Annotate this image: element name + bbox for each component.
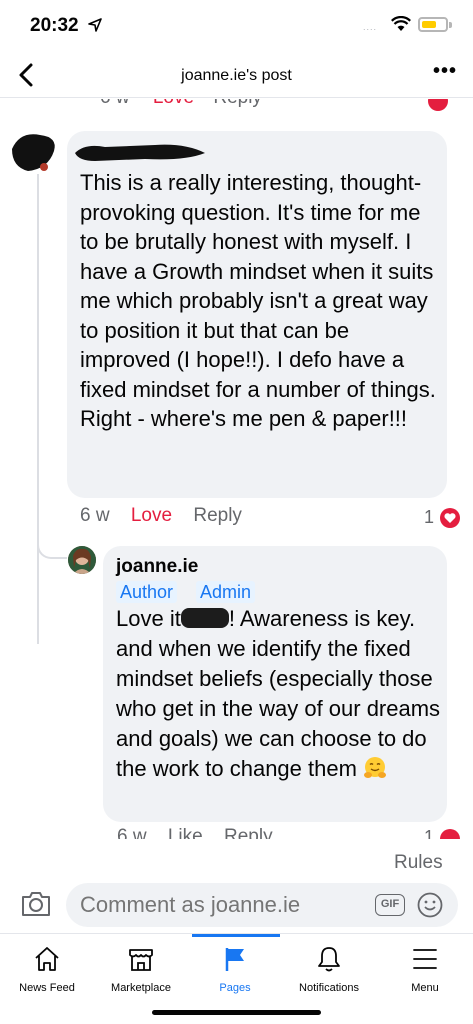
- tab-label: Pages: [219, 982, 251, 994]
- hugging-face-emoji-icon: [364, 757, 387, 778]
- comment-actions: 6 w Like Reply: [117, 826, 289, 839]
- signal-icon: ....: [363, 22, 378, 32]
- reaction-count[interactable]: 1: [424, 507, 434, 528]
- profile-photo: [68, 546, 96, 574]
- reply-button[interactable]: Reply: [224, 826, 273, 839]
- wifi-icon: [391, 16, 411, 31]
- author-badge: Author: [116, 581, 178, 603]
- comment-time: 6 w: [80, 505, 110, 526]
- tab-marketplace[interactable]: Marketplace: [94, 934, 188, 1004]
- comment-actions: 6 w Love Reply: [80, 505, 258, 527]
- heart-icon: [440, 508, 460, 528]
- tab-menu[interactable]: Menu: [378, 934, 472, 1004]
- tab-notifications[interactable]: Notifications: [282, 934, 376, 1004]
- battery-icon: [418, 17, 448, 32]
- comment-text-part: Love it: [116, 606, 181, 631]
- tab-pages[interactable]: Pages: [188, 934, 282, 1004]
- comments-list[interactable]: 6 w Love Reply This is a really interest…: [0, 99, 473, 839]
- comment-time: 6 w: [117, 826, 147, 839]
- bell-icon: [318, 947, 340, 972]
- tab-label: Marketplace: [111, 982, 171, 994]
- home-indicator: [152, 1010, 321, 1015]
- comment-time: 6 w: [100, 99, 130, 108]
- camera-icon[interactable]: [20, 890, 52, 918]
- redacted-name: [180, 608, 229, 628]
- tab-label: News Feed: [19, 982, 75, 994]
- tab-label: Menu: [411, 982, 439, 994]
- reply-button[interactable]: Reply: [193, 505, 242, 526]
- home-icon: [35, 947, 59, 971]
- location-arrow-icon: [88, 18, 102, 32]
- tab-news-feed[interactable]: News Feed: [0, 934, 94, 1004]
- flag-icon: [225, 948, 244, 971]
- previous-comment-actions: 6 w Love Reply: [100, 99, 262, 109]
- comment-text: This is a really interesting, thought-pr…: [80, 170, 436, 431]
- page-title: joanne.ie's post: [181, 67, 292, 84]
- reply-button[interactable]: Reply: [213, 99, 262, 108]
- emoji-icon[interactable]: [417, 892, 443, 918]
- post-header: joanne.ie's post •••: [0, 52, 473, 98]
- thread-connector: [37, 534, 67, 559]
- more-options-button[interactable]: •••: [433, 60, 457, 83]
- rules-link[interactable]: Rules: [394, 852, 443, 874]
- comment-text: Love it! Awareness is key. and when we i…: [116, 604, 441, 784]
- comment-bubble[interactable]: This is a really interesting, thought-pr…: [67, 131, 447, 498]
- avatar[interactable]: [10, 129, 60, 174]
- heart-icon: [440, 829, 460, 839]
- shop-icon: [129, 949, 153, 971]
- heart-icon: [428, 99, 448, 111]
- reaction-count[interactable]: 1: [424, 827, 434, 839]
- love-button[interactable]: Love: [131, 505, 172, 526]
- status-time: 20:32: [30, 15, 79, 36]
- tab-label: Notifications: [299, 982, 359, 994]
- avatar[interactable]: [68, 546, 96, 574]
- redacted-name: [75, 144, 205, 161]
- menu-icon: [413, 949, 437, 969]
- comment-composer: GIF: [0, 880, 473, 930]
- comment-text-part: ! Awareness is key. and when we identify…: [116, 606, 441, 781]
- thread-line: [37, 174, 39, 644]
- comment-bubble[interactable]: joanne.ie Author Admin Love it! Awarenes…: [103, 546, 447, 822]
- admin-badge: Admin: [196, 581, 256, 603]
- gif-icon[interactable]: GIF: [375, 894, 405, 916]
- comment-author[interactable]: joanne.ie: [116, 556, 198, 578]
- status-bar: 20:32 ....: [0, 0, 473, 50]
- like-button[interactable]: Like: [168, 826, 203, 839]
- love-button[interactable]: Love: [153, 99, 194, 108]
